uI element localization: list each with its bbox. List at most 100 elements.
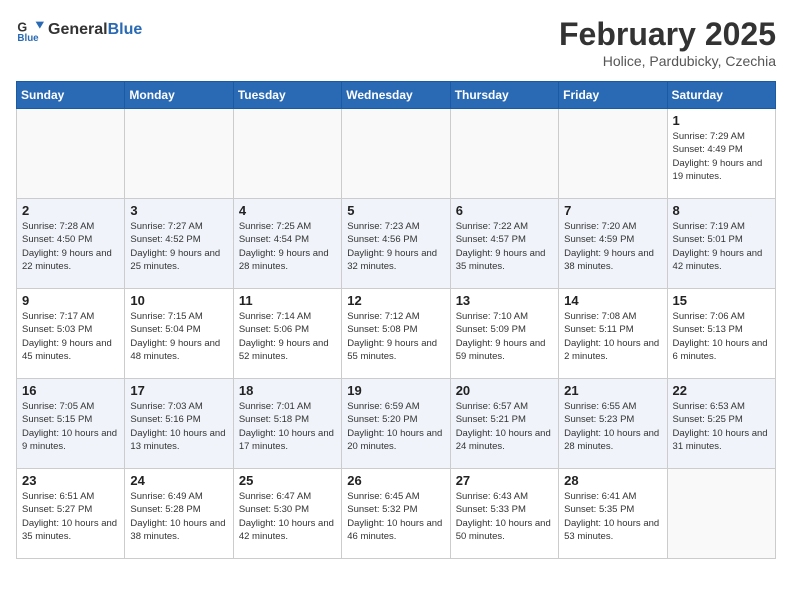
day-number: 5 bbox=[347, 203, 444, 218]
day-info: Sunrise: 6:51 AM Sunset: 5:27 PM Dayligh… bbox=[22, 490, 119, 543]
calendar-cell bbox=[17, 109, 125, 199]
calendar-cell: 25 Sunrise: 6:47 AM Sunset: 5:30 PM Dayli… bbox=[233, 469, 341, 559]
col-header-tuesday: Tuesday bbox=[233, 82, 341, 109]
day-info: Sunrise: 7:05 AM Sunset: 5:15 PM Dayligh… bbox=[22, 400, 119, 453]
day-info: Sunrise: 7:28 AM Sunset: 4:50 PM Dayligh… bbox=[22, 220, 119, 273]
day-info: Sunrise: 7:06 AM Sunset: 5:13 PM Dayligh… bbox=[673, 310, 770, 363]
calendar-cell: 10 Sunrise: 7:15 AM Sunset: 5:04 PM Dayli… bbox=[125, 289, 233, 379]
calendar-cell bbox=[559, 109, 667, 199]
calendar-cell: 3Sunrise: 7:27 AM Sunset: 4:52 PM Daylig… bbox=[125, 199, 233, 289]
day-info: Sunrise: 7:01 AM Sunset: 5:18 PM Dayligh… bbox=[239, 400, 336, 453]
calendar-cell: 14 Sunrise: 7:08 AM Sunset: 5:11 PM Dayli… bbox=[559, 289, 667, 379]
day-info: Sunrise: 7:19 AM Sunset: 5:01 PM Dayligh… bbox=[673, 220, 770, 273]
calendar-cell bbox=[342, 109, 450, 199]
day-info: Sunrise: 7:15 AM Sunset: 5:04 PM Dayligh… bbox=[130, 310, 227, 363]
day-number: 9 bbox=[22, 293, 119, 308]
day-number: 22 bbox=[673, 383, 770, 398]
day-info: Sunrise: 7:10 AM Sunset: 5:09 PM Dayligh… bbox=[456, 310, 553, 363]
day-number: 27 bbox=[456, 473, 553, 488]
calendar-cell bbox=[125, 109, 233, 199]
col-header-sunday: Sunday bbox=[17, 82, 125, 109]
calendar-cell: 5 Sunrise: 7:23 AM Sunset: 4:56 PM Daylig… bbox=[342, 199, 450, 289]
calendar-cell bbox=[450, 109, 558, 199]
calendar-cell: 9 Sunrise: 7:17 AM Sunset: 5:03 PM Daylig… bbox=[17, 289, 125, 379]
calendar-cell: 16 Sunrise: 7:05 AM Sunset: 5:15 PM Dayli… bbox=[17, 379, 125, 469]
day-number: 2 bbox=[22, 203, 119, 218]
day-number: 25 bbox=[239, 473, 336, 488]
day-info: Sunrise: 6:47 AM Sunset: 5:30 PM Dayligh… bbox=[239, 490, 336, 543]
calendar-cell: 28Sunrise: 6:41 AM Sunset: 5:35 PM Dayli… bbox=[559, 469, 667, 559]
day-info: Sunrise: 7:23 AM Sunset: 4:56 PM Dayligh… bbox=[347, 220, 444, 273]
calendar-row-5: 23 Sunrise: 6:51 AM Sunset: 5:27 PM Dayli… bbox=[17, 469, 776, 559]
day-number: 19 bbox=[347, 383, 444, 398]
col-header-wednesday: Wednesday bbox=[342, 82, 450, 109]
calendar-cell: 6 Sunrise: 7:22 AM Sunset: 4:57 PM Daylig… bbox=[450, 199, 558, 289]
col-header-friday: Friday bbox=[559, 82, 667, 109]
calendar-cell: 1 Sunrise: 7:29 AM Sunset: 4:49 PM Daylig… bbox=[667, 109, 775, 199]
calendar-cell: 24Sunrise: 6:49 AM Sunset: 5:28 PM Dayli… bbox=[125, 469, 233, 559]
calendar-cell: 13 Sunrise: 7:10 AM Sunset: 5:09 PM Dayli… bbox=[450, 289, 558, 379]
day-info: Sunrise: 6:59 AM Sunset: 5:20 PM Dayligh… bbox=[347, 400, 444, 453]
calendar-cell: 12 Sunrise: 7:12 AM Sunset: 5:08 PM Dayli… bbox=[342, 289, 450, 379]
day-number: 11 bbox=[239, 293, 336, 308]
day-number: 4 bbox=[239, 203, 336, 218]
day-info: Sunrise: 6:43 AM Sunset: 5:33 PM Dayligh… bbox=[456, 490, 553, 543]
day-number: 10 bbox=[130, 293, 227, 308]
day-number: 17 bbox=[130, 383, 227, 398]
calendar-row-4: 16 Sunrise: 7:05 AM Sunset: 5:15 PM Dayli… bbox=[17, 379, 776, 469]
logo-blue-text: Blue bbox=[108, 21, 143, 38]
day-info: Sunrise: 7:25 AM Sunset: 4:54 PM Dayligh… bbox=[239, 220, 336, 273]
calendar-cell: 4 Sunrise: 7:25 AM Sunset: 4:54 PM Daylig… bbox=[233, 199, 341, 289]
svg-text:G: G bbox=[17, 20, 27, 34]
day-info: Sunrise: 7:20 AM Sunset: 4:59 PM Dayligh… bbox=[564, 220, 661, 273]
calendar-cell: 8Sunrise: 7:19 AM Sunset: 5:01 PM Daylig… bbox=[667, 199, 775, 289]
logo-icon: G Blue bbox=[16, 16, 44, 44]
day-number: 26 bbox=[347, 473, 444, 488]
day-number: 14 bbox=[564, 293, 661, 308]
calendar-cell: 23 Sunrise: 6:51 AM Sunset: 5:27 PM Dayli… bbox=[17, 469, 125, 559]
day-number: 16 bbox=[22, 383, 119, 398]
calendar-cell: 21 Sunrise: 6:55 AM Sunset: 5:23 PM Dayli… bbox=[559, 379, 667, 469]
calendar-cell: 11 Sunrise: 7:14 AM Sunset: 5:06 PM Dayli… bbox=[233, 289, 341, 379]
calendar-cell: 20Sunrise: 6:57 AM Sunset: 5:21 PM Dayli… bbox=[450, 379, 558, 469]
calendar-row-2: 2 Sunrise: 7:28 AM Sunset: 4:50 PM Daylig… bbox=[17, 199, 776, 289]
day-info: Sunrise: 6:49 AM Sunset: 5:28 PM Dayligh… bbox=[130, 490, 227, 543]
day-info: Sunrise: 6:55 AM Sunset: 5:23 PM Dayligh… bbox=[564, 400, 661, 453]
day-number: 15 bbox=[673, 293, 770, 308]
calendar-cell bbox=[233, 109, 341, 199]
calendar-cell: 27 Sunrise: 6:43 AM Sunset: 5:33 PM Dayli… bbox=[450, 469, 558, 559]
day-info: Sunrise: 7:22 AM Sunset: 4:57 PM Dayligh… bbox=[456, 220, 553, 273]
col-header-monday: Monday bbox=[125, 82, 233, 109]
day-info: Sunrise: 7:14 AM Sunset: 5:06 PM Dayligh… bbox=[239, 310, 336, 363]
day-info: Sunrise: 7:12 AM Sunset: 5:08 PM Dayligh… bbox=[347, 310, 444, 363]
page-header: G Blue GeneralBlue February 2025 Holice,… bbox=[16, 16, 776, 69]
day-info: Sunrise: 6:57 AM Sunset: 5:21 PM Dayligh… bbox=[456, 400, 553, 453]
calendar-cell: 17 Sunrise: 7:03 AM Sunset: 5:16 PM Dayli… bbox=[125, 379, 233, 469]
day-number: 13 bbox=[456, 293, 553, 308]
calendar-row-1: 1 Sunrise: 7:29 AM Sunset: 4:49 PM Daylig… bbox=[17, 109, 776, 199]
day-number: 1 bbox=[673, 113, 770, 128]
calendar-table: SundayMondayTuesdayWednesdayThursdayFrid… bbox=[16, 81, 776, 559]
calendar-header-row: SundayMondayTuesdayWednesdayThursdayFrid… bbox=[17, 82, 776, 109]
day-number: 21 bbox=[564, 383, 661, 398]
day-info: Sunrise: 7:03 AM Sunset: 5:16 PM Dayligh… bbox=[130, 400, 227, 453]
calendar-cell: 15 Sunrise: 7:06 AM Sunset: 5:13 PM Dayli… bbox=[667, 289, 775, 379]
calendar-cell: 19 Sunrise: 6:59 AM Sunset: 5:20 PM Dayli… bbox=[342, 379, 450, 469]
day-info: Sunrise: 7:17 AM Sunset: 5:03 PM Dayligh… bbox=[22, 310, 119, 363]
day-number: 12 bbox=[347, 293, 444, 308]
day-info: Sunrise: 6:45 AM Sunset: 5:32 PM Dayligh… bbox=[347, 490, 444, 543]
col-header-saturday: Saturday bbox=[667, 82, 775, 109]
location-subtitle: Holice, Pardubicky, Czechia bbox=[559, 53, 776, 69]
day-info: Sunrise: 7:29 AM Sunset: 4:49 PM Dayligh… bbox=[673, 130, 770, 183]
day-number: 23 bbox=[22, 473, 119, 488]
calendar-cell: 7Sunrise: 7:20 AM Sunset: 4:59 PM Daylig… bbox=[559, 199, 667, 289]
calendar-row-3: 9 Sunrise: 7:17 AM Sunset: 5:03 PM Daylig… bbox=[17, 289, 776, 379]
day-number: 6 bbox=[456, 203, 553, 218]
calendar-cell: 2 Sunrise: 7:28 AM Sunset: 4:50 PM Daylig… bbox=[17, 199, 125, 289]
day-info: Sunrise: 7:08 AM Sunset: 5:11 PM Dayligh… bbox=[564, 310, 661, 363]
calendar-cell: 18Sunrise: 7:01 AM Sunset: 5:18 PM Dayli… bbox=[233, 379, 341, 469]
calendar-cell bbox=[667, 469, 775, 559]
svg-text:Blue: Blue bbox=[17, 33, 39, 44]
day-info: Sunrise: 7:27 AM Sunset: 4:52 PM Dayligh… bbox=[130, 220, 227, 273]
day-info: Sunrise: 6:53 AM Sunset: 5:25 PM Dayligh… bbox=[673, 400, 770, 453]
